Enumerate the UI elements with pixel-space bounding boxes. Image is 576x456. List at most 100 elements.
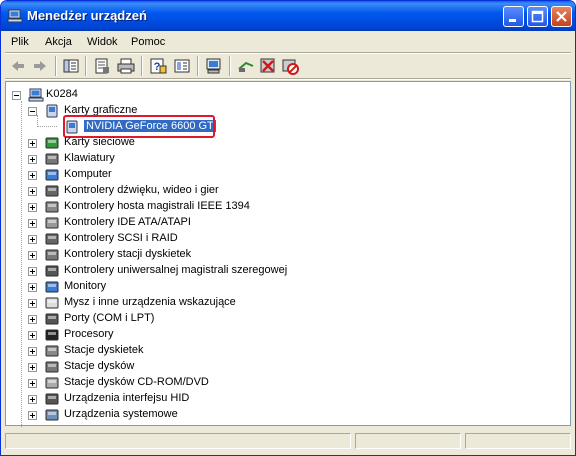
- expand-icon[interactable]: [28, 299, 37, 308]
- back-arrow-icon[interactable]: [9, 57, 27, 75]
- tree-category[interactable]: Karty sieciowe: [28, 135, 328, 151]
- expand-icon[interactable]: [28, 411, 37, 420]
- minimize-button[interactable]: [503, 6, 524, 27]
- expand-icon[interactable]: [28, 267, 37, 276]
- show-hide-tree-icon[interactable]: [62, 57, 80, 75]
- category-label: Kontrolery IDE ATA/ATAPI: [64, 216, 191, 228]
- toolbar: ?: [5, 54, 571, 78]
- expand-icon[interactable]: [28, 331, 37, 340]
- update-driver-icon[interactable]: [237, 57, 255, 75]
- menu-widok[interactable]: Widok: [87, 36, 118, 48]
- uninstall-icon[interactable]: [259, 57, 277, 75]
- tree-category[interactable]: Monitory: [28, 279, 328, 295]
- monitor-icon: [45, 281, 59, 293]
- display-adapter-icon: [46, 104, 58, 118]
- tree-category[interactable]: Kontrolery SCSI i RAID: [28, 231, 328, 247]
- expand-icon[interactable]: [28, 283, 37, 292]
- usb-controller-icon: [45, 265, 59, 277]
- expand-icon[interactable]: [28, 155, 37, 164]
- collapse-icon[interactable]: [12, 91, 21, 100]
- category-label: Kontrolery SCSI i RAID: [64, 232, 178, 244]
- maximize-button[interactable]: [527, 6, 548, 27]
- tree-line: [37, 126, 57, 128]
- mouse-icon: [45, 297, 59, 309]
- tree-root[interactable]: K0284: [12, 87, 212, 103]
- expand-icon[interactable]: [28, 363, 37, 372]
- expand-icon[interactable]: [28, 219, 37, 228]
- tree-category[interactable]: Urządzenia interfejsu HID: [28, 391, 328, 407]
- category-label: Mysz i inne urządzenia wskazujące: [64, 296, 236, 308]
- status-cell: [465, 433, 571, 449]
- menu-akcja[interactable]: Akcja: [45, 36, 72, 48]
- menu-pomoc[interactable]: Pomoc: [131, 36, 165, 48]
- expand-icon[interactable]: [28, 235, 37, 244]
- expand-icon[interactable]: [28, 203, 37, 212]
- status-cell-main: [5, 433, 351, 449]
- print-icon[interactable]: [117, 57, 135, 75]
- disk-drive-icon: [45, 361, 59, 373]
- expand-icon[interactable]: [28, 251, 37, 260]
- expand-icon[interactable]: [28, 171, 37, 180]
- category-label: Urządzenia interfejsu HID: [64, 392, 190, 404]
- tree-category[interactable]: Kontrolery uniwersalnej magistrali szere…: [28, 263, 328, 279]
- status-cell: [355, 433, 461, 449]
- tree-category[interactable]: Kontrolery dźwięku, wideo i gier: [28, 183, 328, 199]
- status-bar: [5, 431, 571, 451]
- menu-plik[interactable]: Plik: [11, 36, 29, 48]
- maximize-icon: [531, 10, 544, 23]
- sound-icon: [45, 185, 59, 197]
- tree-category[interactable]: Kontrolery hosta magistrali IEEE 1394: [28, 199, 328, 215]
- tree-category[interactable]: Stacje dyskietek: [28, 343, 328, 359]
- ieee1394-icon: [45, 201, 59, 213]
- title-bar[interactable]: Menedżer urządzeń: [1, 1, 575, 31]
- device-tree[interactable]: K0284 Karty graficzne NVIDIA GeForce 660…: [5, 81, 571, 427]
- tree-category[interactable]: Klawiatury: [28, 151, 328, 167]
- toolbar-divider: [197, 56, 199, 76]
- expand-icon[interactable]: [28, 139, 37, 148]
- tree-category[interactable]: Urządzenia systemowe: [28, 407, 328, 423]
- category-label: Kontrolery uniwersalnej magistrali szere…: [64, 264, 288, 276]
- floppy-controller-icon: [45, 249, 59, 261]
- tree-category[interactable]: Procesory: [28, 327, 328, 343]
- tree-category[interactable]: Mysz i inne urządzenia wskazujące: [28, 295, 328, 311]
- expand-icon[interactable]: [28, 379, 37, 388]
- help-icon[interactable]: ?: [149, 57, 167, 75]
- tree-category[interactable]: Komputer: [28, 167, 328, 183]
- category-label: Stacje dysków: [64, 360, 135, 372]
- category-label: Klawiatury: [64, 152, 115, 164]
- tree-category[interactable]: Kontrolery stacji dyskietek: [28, 247, 328, 263]
- toolbar-separator: [5, 78, 571, 80]
- computer-icon: [45, 169, 59, 181]
- category-label: Kontrolery dźwięku, wideo i gier: [64, 184, 219, 196]
- toolbar-divider: [229, 56, 231, 76]
- collapse-icon[interactable]: [28, 107, 37, 116]
- tree-category[interactable]: Stacje dysków: [28, 359, 328, 375]
- close-button[interactable]: [551, 6, 572, 27]
- category-label: Kontrolery stacji dyskietek: [64, 248, 192, 260]
- toolbar-divider: [141, 56, 143, 76]
- forward-arrow-icon[interactable]: [31, 57, 49, 75]
- tree-root-label: K0284: [46, 88, 78, 100]
- floppy-drive-icon: [45, 345, 59, 357]
- expand-icon[interactable]: [28, 347, 37, 356]
- properties-icon[interactable]: [93, 57, 111, 75]
- expand-icon[interactable]: [28, 187, 37, 196]
- menu-bar: Plik Akcja Widok Pomoc: [5, 32, 571, 52]
- view-icon[interactable]: [173, 57, 191, 75]
- category-label: Porty (COM i LPT): [64, 312, 155, 324]
- scan-hardware-icon[interactable]: [205, 57, 223, 75]
- device-manager-window: Menedżer urządzeń Plik Akcja Widok Pomoc…: [0, 0, 576, 456]
- expand-icon[interactable]: [28, 395, 37, 404]
- category-label: Karty sieciowe: [64, 136, 135, 148]
- tree-category[interactable]: Porty (COM i LPT): [28, 311, 328, 327]
- computer-icon: [7, 9, 23, 23]
- tree-category[interactable]: Kontrolery IDE ATA/ATAPI: [28, 215, 328, 231]
- disable-icon[interactable]: [281, 57, 299, 75]
- toolbar-divider: [85, 56, 87, 76]
- tree-category[interactable]: Stacje dysków CD-ROM/DVD: [28, 375, 328, 391]
- minimize-icon: [509, 19, 516, 22]
- expand-icon[interactable]: [28, 315, 37, 324]
- category-label: Procesory: [64, 328, 114, 340]
- close-icon: [556, 11, 567, 22]
- computer-icon: [28, 88, 44, 102]
